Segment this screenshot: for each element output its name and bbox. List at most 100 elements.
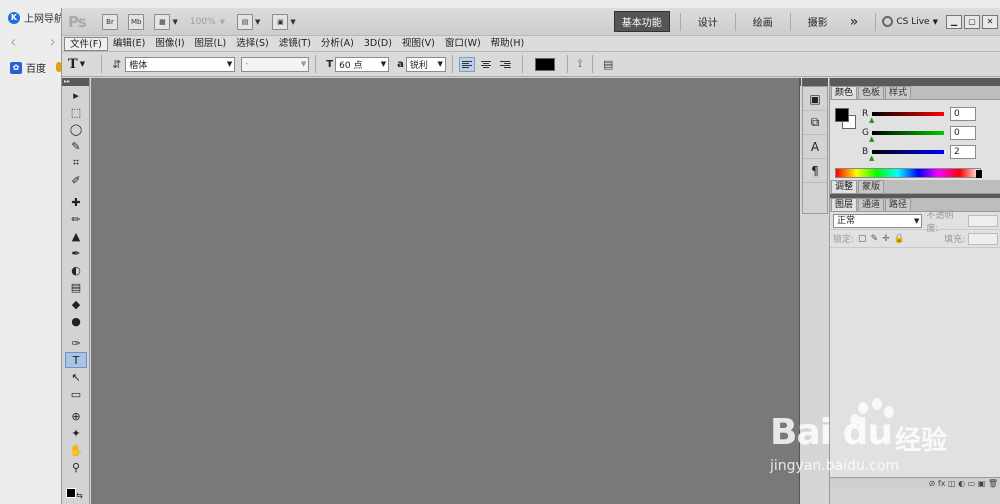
eyedropper-tool-icon[interactable]: ✐: [65, 172, 87, 188]
spectrum-black-swatch[interactable]: [976, 170, 982, 178]
menu-help[interactable]: 帮助(H): [486, 37, 530, 51]
gradient-tool-icon[interactable]: ▤: [65, 279, 87, 295]
pen-tool-icon[interactable]: ✑: [65, 335, 87, 351]
panels-header[interactable]: [830, 78, 1000, 86]
menu-view[interactable]: 视图(V): [397, 37, 440, 51]
blue-slider[interactable]: ▲: [869, 150, 944, 162]
menu-window[interactable]: 窗口(W): [440, 37, 486, 51]
chevron-down-icon[interactable]: ▼: [172, 18, 177, 26]
tab-masks[interactable]: 蒙版: [858, 180, 885, 193]
lock-position-icon[interactable]: ✛: [882, 234, 890, 244]
minimize-button[interactable]: ▁: [946, 14, 962, 29]
history-brush-tool-icon[interactable]: ✒: [65, 245, 87, 261]
tab-channels[interactable]: 通道: [858, 198, 885, 211]
workspace-photography[interactable]: 摄影: [801, 12, 835, 31]
clone-stamp-tool-icon[interactable]: ▲: [65, 228, 87, 244]
fill-field[interactable]: [968, 232, 998, 245]
spot-healing-tool-icon[interactable]: ✚: [65, 194, 87, 210]
align-right-button[interactable]: [497, 57, 513, 72]
dodge-tool-icon[interactable]: ●: [65, 313, 87, 329]
menu-edit[interactable]: 编辑(E): [108, 37, 150, 51]
eraser-tool-icon[interactable]: ◐: [65, 262, 87, 278]
shape-tool-icon[interactable]: ▭: [65, 386, 87, 402]
view-extras-icon[interactable]: ▦: [154, 13, 171, 30]
chevron-down-icon[interactable]: ▼: [220, 18, 225, 26]
favorite-baidu[interactable]: ✿ 百度: [10, 60, 46, 75]
document-canvas-area[interactable]: [91, 78, 800, 504]
text-orientation-icon[interactable]: ⇵: [112, 58, 121, 71]
chevron-down-icon[interactable]: ▼: [290, 18, 295, 26]
screen-mode-icon[interactable]: ▣: [272, 13, 289, 30]
workspace-essentials[interactable]: 基本功能: [613, 11, 670, 32]
dock-clone-source-icon[interactable]: ⧉: [803, 111, 827, 135]
foreground-swatch[interactable]: [835, 108, 849, 122]
menu-layer[interactable]: 图层(L): [190, 37, 232, 51]
menu-3d[interactable]: 3D(D): [359, 37, 397, 51]
font-family-select[interactable]: 楷体 ▼: [125, 56, 236, 72]
align-left-button[interactable]: [458, 56, 475, 72]
green-slider[interactable]: ▲: [869, 131, 944, 143]
close-button[interactable]: ✕: [982, 14, 998, 29]
lock-image-icon[interactable]: ✎: [871, 234, 879, 244]
text-color-swatch[interactable]: [534, 57, 555, 71]
swap-colors-icon[interactable]: ⇆: [76, 491, 83, 500]
lasso-tool-icon[interactable]: ◯: [65, 121, 87, 137]
menu-select[interactable]: 选择(S): [231, 37, 273, 51]
lock-all-icon[interactable]: 🔒: [894, 234, 905, 244]
marquee-tool-icon[interactable]: ⬚: [65, 104, 87, 120]
move-tool-icon[interactable]: ▸: [65, 87, 87, 103]
character-panel-icon[interactable]: ▤: [603, 58, 613, 71]
foreground-color-icon[interactable]: [66, 488, 76, 498]
menu-file[interactable]: 文件(F): [64, 36, 108, 51]
workspace-design[interactable]: 设计: [691, 12, 725, 31]
maximize-button[interactable]: ▢: [964, 14, 980, 29]
cs-live-button[interactable]: CS Live ▼: [882, 16, 938, 27]
tab-swatches[interactable]: 色板: [858, 86, 885, 99]
more-workspaces-button[interactable]: »: [843, 12, 866, 32]
layers-footer[interactable]: ⊘ fx ◫ ◐ ▭ ▣ 🗑: [830, 477, 1000, 489]
blend-mode-select[interactable]: 正常 ▼: [833, 213, 923, 228]
browser-tab[interactable]: K 上网导航: [8, 10, 64, 25]
crop-tool-icon[interactable]: ⌗: [65, 155, 87, 171]
tools-panel-header[interactable]: ▸▸: [62, 78, 89, 86]
antialias-select[interactable]: 锐利 ▼: [405, 56, 446, 72]
color-spectrum[interactable]: [835, 168, 981, 178]
quick-selection-tool-icon[interactable]: ✎: [65, 138, 87, 154]
slider-handle-icon[interactable]: ▲: [869, 116, 874, 124]
green-value[interactable]: 0: [950, 126, 976, 140]
tab-adjustments[interactable]: 调整: [831, 180, 858, 193]
dock-history-icon[interactable]: ▣: [803, 87, 827, 111]
arrange-documents-icon[interactable]: ▤: [237, 13, 253, 30]
tab-paths[interactable]: 路径: [885, 198, 912, 211]
opacity-field[interactable]: [968, 214, 999, 227]
tab-color[interactable]: 颜色: [831, 86, 858, 99]
zoom-tool-icon[interactable]: ⚲: [65, 459, 87, 475]
workspace-painting[interactable]: 绘画: [746, 12, 780, 31]
blur-tool-icon[interactable]: ◆: [65, 296, 87, 312]
menu-filter[interactable]: 滤镜(T): [274, 37, 316, 51]
dock-paragraph-icon[interactable]: ¶: [803, 159, 827, 183]
brush-tool-icon[interactable]: ✏: [65, 211, 87, 227]
align-center-button[interactable]: [478, 57, 494, 72]
dock-character-icon[interactable]: A: [803, 135, 827, 159]
menu-image[interactable]: 图像(I): [150, 37, 189, 51]
font-size-select[interactable]: 60 点 ▼: [335, 56, 390, 72]
tab-styles[interactable]: 样式: [885, 86, 912, 99]
3d-rotate-tool-icon[interactable]: ⊕: [65, 408, 87, 424]
minibridge-button[interactable]: Mb: [128, 13, 145, 30]
zoom-level[interactable]: 100%: [190, 17, 216, 27]
bridge-button[interactable]: Br: [102, 13, 118, 30]
3d-orbit-tool-icon[interactable]: ✦: [65, 425, 87, 441]
slider-handle-icon[interactable]: ▲: [869, 135, 874, 143]
warp-text-icon[interactable]: ⟟: [578, 57, 582, 71]
dock-header[interactable]: [802, 78, 828, 86]
red-slider[interactable]: ▲: [869, 112, 944, 124]
tab-layers[interactable]: 图层: [831, 198, 858, 211]
red-value[interactable]: 0: [950, 107, 976, 121]
menu-analysis[interactable]: 分析(A): [316, 37, 359, 51]
lock-transparent-icon[interactable]: ▢: [858, 234, 867, 244]
slider-handle-icon[interactable]: ▲: [869, 154, 874, 162]
chevron-down-icon[interactable]: ▼: [80, 60, 85, 68]
chevron-down-icon[interactable]: ▼: [255, 18, 260, 26]
hand-tool-icon[interactable]: ✋: [65, 442, 87, 458]
